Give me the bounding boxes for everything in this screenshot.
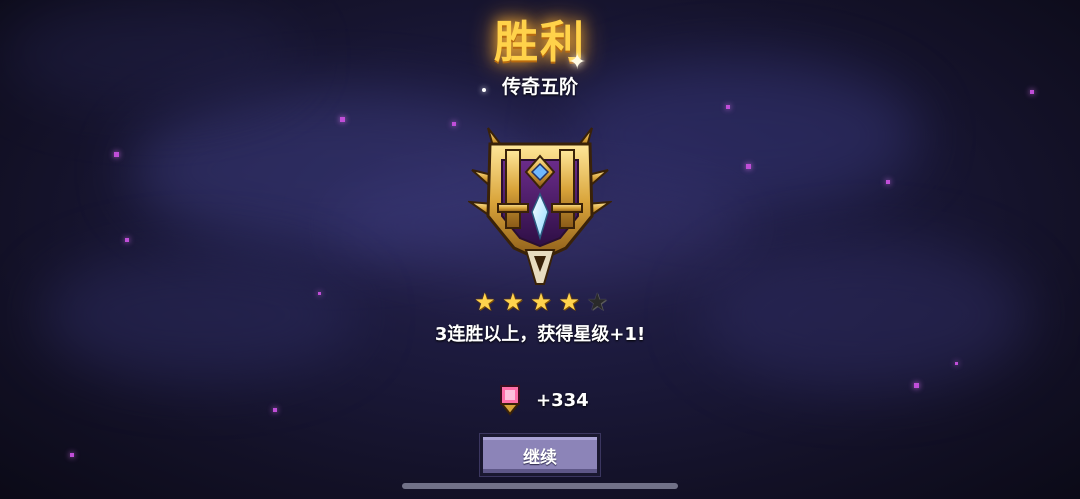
particle — [914, 383, 919, 388]
reward-row: +334 — [498, 384, 589, 416]
streak-message: 3连胜以上，获得星级+1! — [434, 324, 646, 345]
particle — [726, 105, 730, 109]
particle — [114, 152, 119, 157]
rank-name: 传奇五阶 — [501, 76, 578, 98]
rank-emblem-icon — [468, 127, 612, 285]
particle — [955, 362, 958, 365]
nebula-cloud — [700, 240, 1030, 390]
particle — [273, 408, 277, 412]
particle — [340, 117, 345, 122]
continue-button-label: 继续 — [523, 447, 557, 468]
particle — [886, 180, 890, 184]
particle — [452, 122, 456, 126]
star-filled-icon: ★ — [558, 288, 580, 316]
star-filled-icon: ★ — [474, 288, 496, 316]
particle — [318, 292, 321, 295]
continue-button[interactable]: 继续 — [480, 434, 600, 476]
star-filled-icon: ★ — [502, 288, 524, 316]
star-rating: ★ ★ ★ ★ ★ — [474, 290, 608, 314]
particle — [125, 238, 129, 242]
star-empty-icon: ★ — [586, 288, 608, 316]
victory-title: 胜利 — [494, 17, 586, 68]
particle — [746, 164, 751, 169]
reward-amount: +334 — [536, 389, 589, 411]
nebula-cloud — [40, 250, 360, 380]
star-filled-icon: ★ — [530, 288, 552, 316]
home-indicator[interactable] — [402, 483, 678, 489]
particle — [70, 453, 74, 457]
rank-point-icon — [499, 385, 521, 416]
